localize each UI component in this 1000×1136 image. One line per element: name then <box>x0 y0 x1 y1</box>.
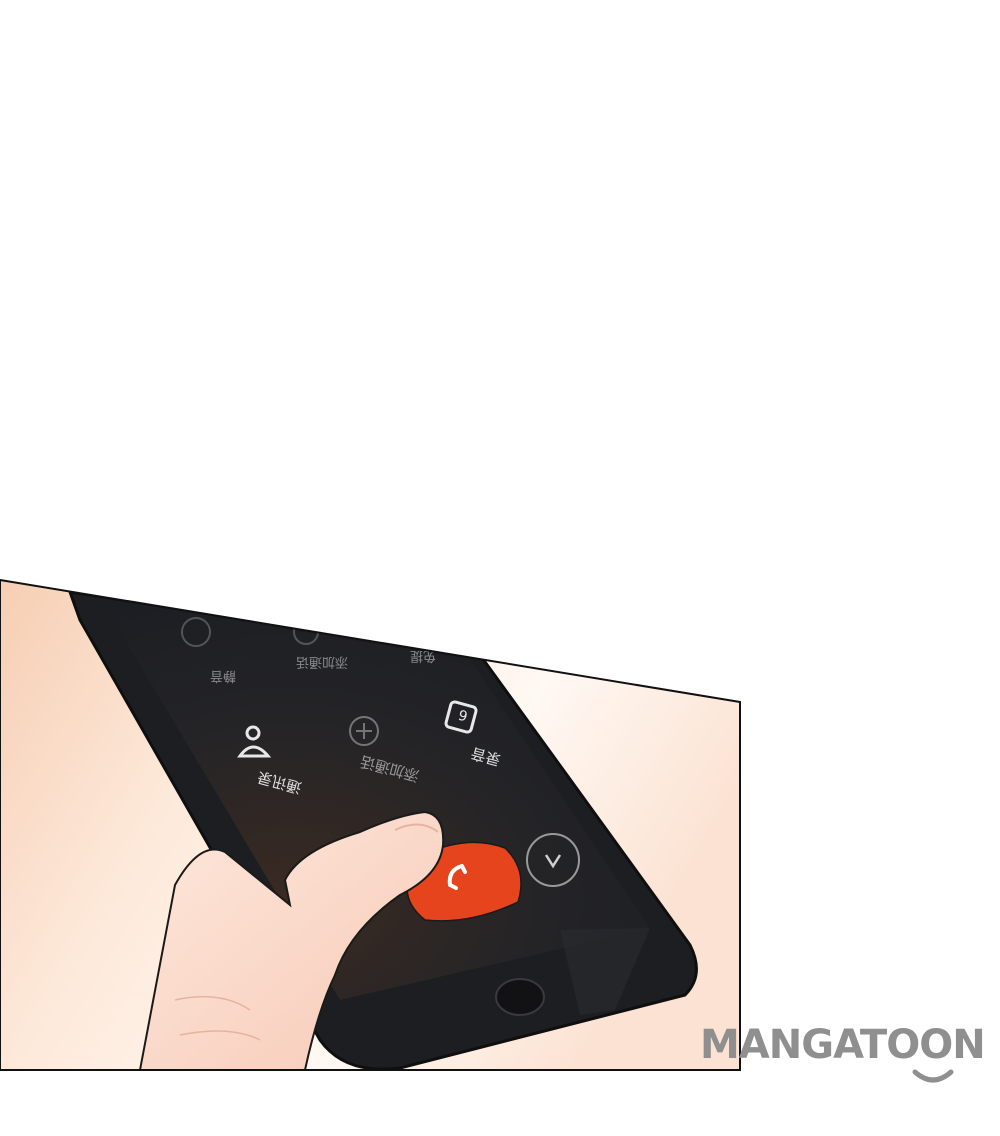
watermark-smile-icon <box>912 1069 954 1083</box>
row1-label-1: 静音 <box>210 668 236 684</box>
row1-label-2: 添加通话 <box>296 654 348 669</box>
home-button[interactable] <box>495 978 545 1016</box>
manga-panel: 静音 添加通话 免提 6 通讯录 添加通话 录音 <box>0 578 954 1083</box>
watermark-logo: MANGATOON <box>700 1022 986 1068</box>
